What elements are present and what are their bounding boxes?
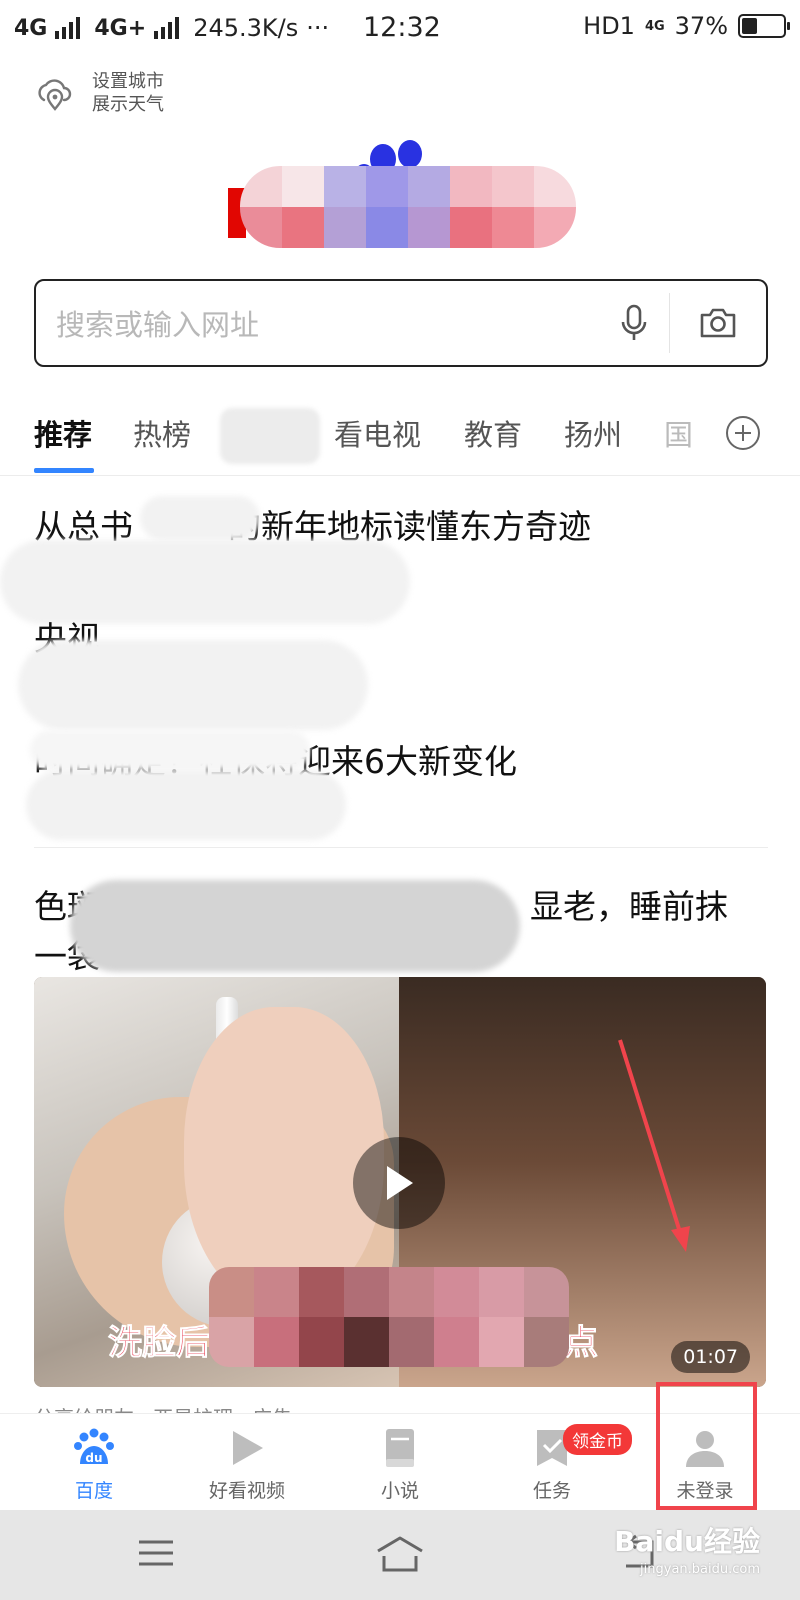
feed-divider <box>34 847 768 848</box>
book-icon <box>383 1426 417 1470</box>
watermark: Baidu经验 <box>614 1525 760 1558</box>
headline-3-partial-obscured <box>30 730 310 770</box>
home-icon[interactable] <box>374 1534 426 1578</box>
network-type-2: 4G+ <box>94 15 147 41</box>
video-caption-mosaic <box>209 1267 569 1367</box>
headline-1-obscured <box>140 496 260 540</box>
user-icon <box>684 1426 726 1470</box>
network-small-label: 4G <box>644 18 665 34</box>
tab-education[interactable]: 教育 <box>464 412 522 454</box>
coin-badge[interactable]: 领金币 <box>563 1424 632 1455</box>
logo-mosaic <box>240 166 576 248</box>
video-face <box>184 1007 384 1307</box>
tab-yangzhou[interactable]: 扬州 <box>564 412 622 454</box>
tab-hot[interactable]: 热榜 <box>133 412 191 454</box>
weather-line-1: 设置城市 <box>92 71 164 92</box>
nav-label-login: 未登录 <box>676 1480 734 1502</box>
weather-line-2: 展示天气 <box>92 94 164 115</box>
watermark-url: jingyan.baidu.com <box>640 1562 760 1577</box>
plus-circle-icon[interactable] <box>726 416 760 450</box>
battery-percent: 37% <box>674 12 728 40</box>
more-status-icon: ··· <box>306 14 330 42</box>
nav-label-baidu: 百度 <box>74 1480 113 1502</box>
cloud-location-icon <box>38 79 72 111</box>
video-card[interactable]: 洗脸后淡化斑点 01:07 <box>34 977 766 1387</box>
baidu-logo <box>228 140 588 260</box>
signal-icon <box>55 17 81 39</box>
headline-4-obscured <box>70 880 520 972</box>
menu-icon[interactable] <box>137 1534 175 1576</box>
nav-label-tasks: 任务 <box>532 1480 571 1502</box>
headline-3-meta-obscured <box>26 770 346 840</box>
network-type-1: 4G <box>14 15 48 41</box>
tab-partial[interactable]: 国 <box>664 412 693 454</box>
microphone-icon[interactable] <box>598 293 670 353</box>
active-tab-indicator <box>34 468 94 473</box>
search-input[interactable]: 搜索或输入网址 <box>56 302 598 344</box>
nav-login[interactable]: 未登录 <box>630 1414 780 1511</box>
play-triangle-icon <box>229 1426 265 1470</box>
hd-indicator: HD1 <box>583 12 635 40</box>
nav-label-haokan: 好看视频 <box>208 1480 285 1502</box>
nav-baidu[interactable]: du 百度 <box>19 1414 169 1511</box>
tab-obscured[interactable] <box>220 408 320 464</box>
tab-tv[interactable]: 看电视 <box>334 412 421 454</box>
battery-icon <box>738 14 790 38</box>
search-box[interactable]: 搜索或输入网址 <box>34 279 768 367</box>
camera-icon[interactable] <box>670 293 766 353</box>
play-icon[interactable] <box>353 1137 445 1229</box>
weather-widget[interactable]: 设置城市 展示天气 <box>34 70 164 116</box>
baidu-paw-icon: du <box>72 1426 116 1470</box>
tab-recommend[interactable]: 推荐 <box>34 412 92 454</box>
nav-tasks[interactable]: 任务 领金币 <box>477 1414 632 1511</box>
status-bar: 4G 4G+ 245.3K/s ··· 12:32 HD1 4G 37% <box>0 0 800 56</box>
clock: 12:32 <box>363 12 441 43</box>
bottom-navigation: du 百度 好看视频 小说 任务 领金币 未登录 <box>0 1413 800 1510</box>
svg-text:du: du <box>85 1451 102 1465</box>
headline-2-obscured <box>18 640 368 730</box>
nav-novel[interactable]: 小说 <box>325 1414 475 1511</box>
channel-tabs: 推荐 热榜 看电视 教育 扬州 国 <box>0 400 800 476</box>
nav-label-novel: 小说 <box>380 1480 419 1502</box>
nav-haokan-video[interactable]: 好看视频 <box>172 1414 322 1511</box>
network-speed: 245.3K/s <box>193 14 299 42</box>
video-duration: 01:07 <box>671 1341 750 1373</box>
signal-icon-2 <box>154 17 180 39</box>
